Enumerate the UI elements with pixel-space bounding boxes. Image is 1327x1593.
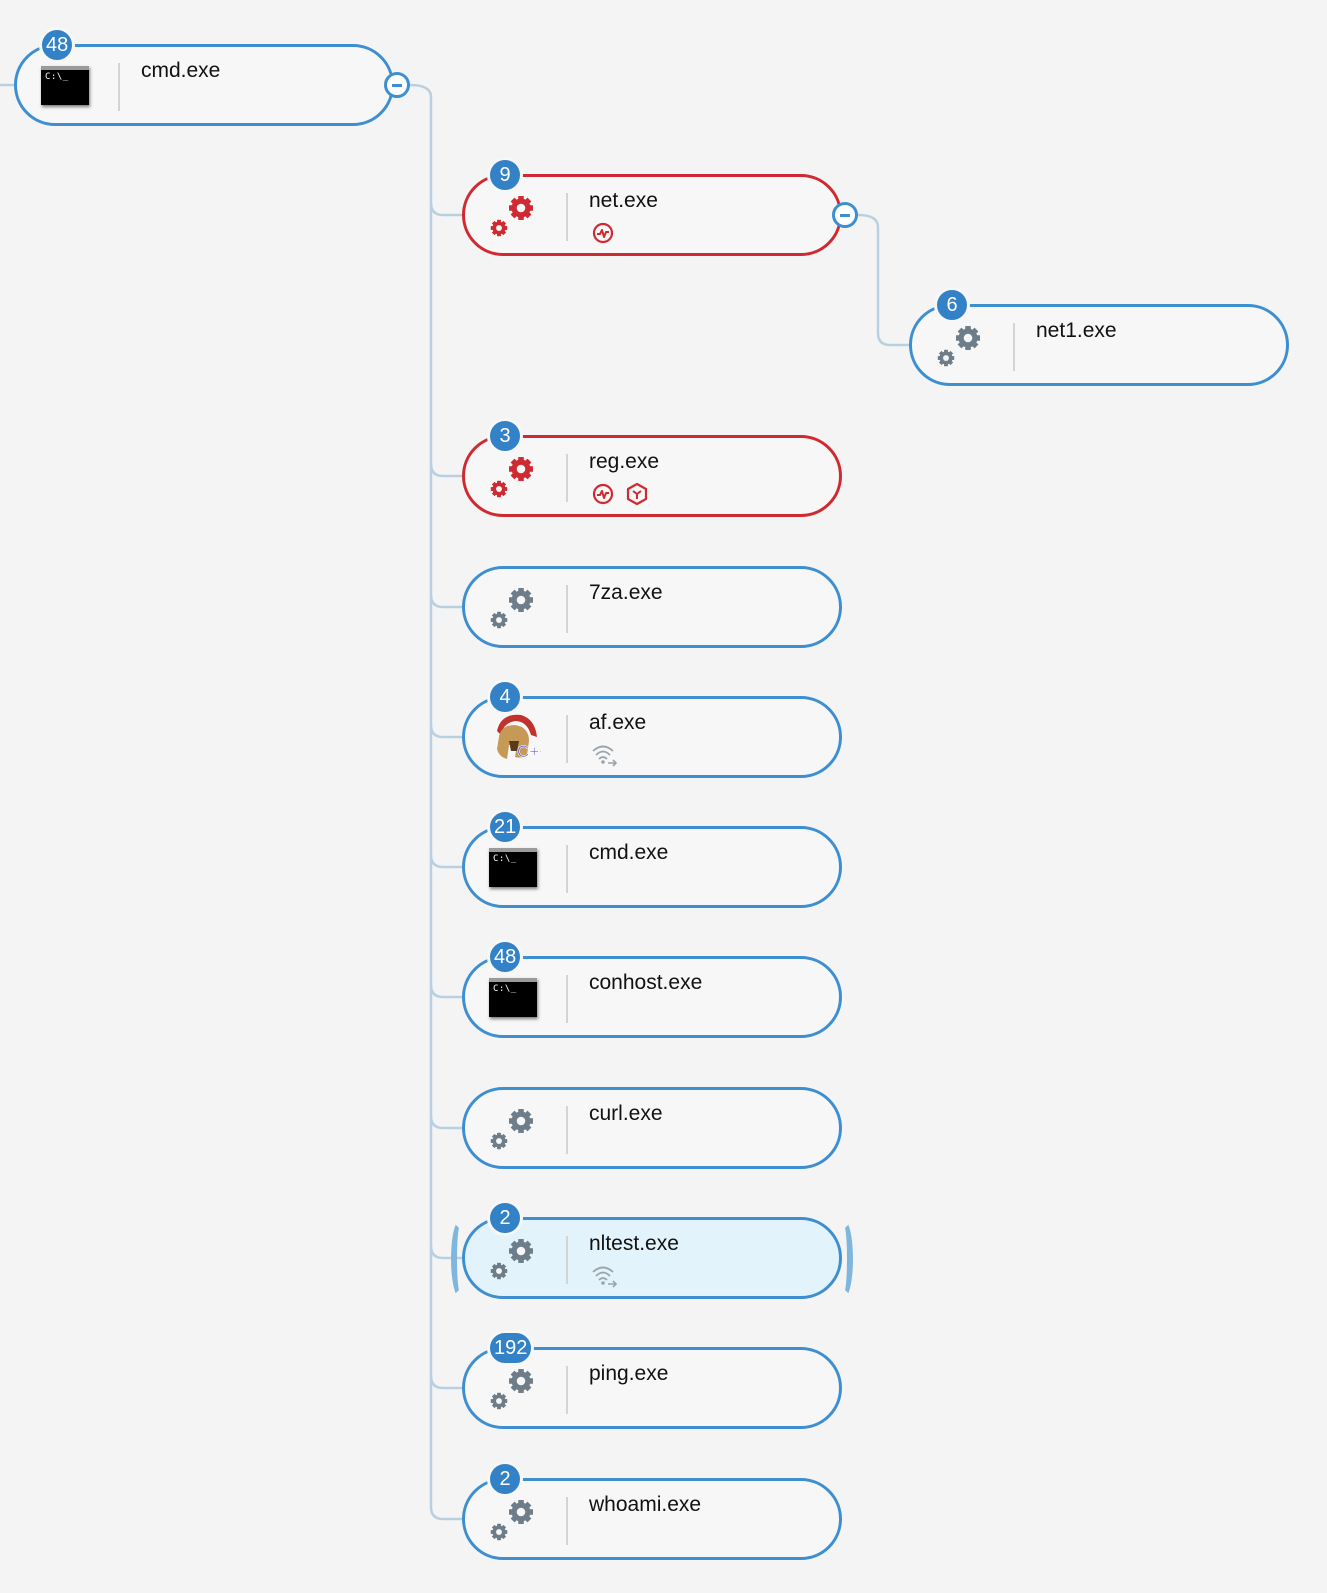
node-divider <box>566 1497 568 1545</box>
gears-icon <box>487 1497 541 1543</box>
network-outbound-icon <box>592 745 618 767</box>
connector-branch <box>429 984 462 999</box>
terminal-icon: C:\_ <box>487 975 541 1021</box>
process-node-af-exe[interactable]: C++ af.exe 4 <box>462 679 842 778</box>
connector-branch <box>429 1115 462 1130</box>
node-divider <box>566 1236 568 1284</box>
event-count-badge: 9 <box>487 157 523 193</box>
process-node-7za-exe[interactable]: 7za.exe <box>462 566 842 648</box>
gears-icon <box>487 1236 541 1282</box>
indicator-icons <box>591 221 615 245</box>
connector-branch <box>429 594 462 609</box>
gears-icon <box>487 1366 541 1412</box>
gears-icon <box>934 323 988 369</box>
indicator-icons <box>591 743 619 767</box>
event-count-badge: 48 <box>39 27 76 63</box>
process-name-label: whoami.exe <box>589 1493 702 1516</box>
terminal-prompt-text: C:\_ <box>45 72 69 82</box>
process-name-label: cmd.exe <box>141 59 221 82</box>
process-name-label: conhost.exe <box>589 971 703 994</box>
process-name-label: 7za.exe <box>589 581 663 604</box>
connector-trunk <box>409 83 462 1521</box>
process-node-ping-exe[interactable]: ping.exe 192 <box>462 1330 842 1429</box>
gears-icon <box>487 585 541 631</box>
indicator-icons <box>591 482 649 506</box>
process-tree: C:\_ cmd.exe 48 net.exe 9 net1.exe 6 reg.exe 3 7z… <box>0 0 1327 1593</box>
gears-icon <box>487 454 541 500</box>
process-name-label: reg.exe <box>589 450 660 473</box>
node-divider <box>566 585 568 633</box>
network-outbound-icon <box>592 1266 618 1288</box>
node-divider <box>566 1366 568 1414</box>
selection-highlight <box>451 1220 469 1298</box>
terminal-icon: C:\_ <box>39 63 93 109</box>
activity-icon <box>592 222 614 244</box>
process-name-label: net1.exe <box>1036 319 1117 342</box>
event-count-badge: 4 <box>487 679 523 715</box>
process-name-label: cmd.exe <box>589 841 669 864</box>
event-count-badge: 2 <box>487 1200 523 1236</box>
node-divider <box>566 975 568 1023</box>
terminal-icon: C:\_ <box>487 845 541 891</box>
process-node-net-exe[interactable]: net.exe 9 <box>462 157 842 256</box>
indicator-icons <box>591 1264 619 1288</box>
event-count-badge: 21 <box>487 809 524 845</box>
event-count-badge: 3 <box>487 418 523 454</box>
selection-highlight <box>835 1220 853 1298</box>
process-node-cmd-exe[interactable]: C:\_ cmd.exe 21 <box>462 809 842 908</box>
process-node-reg-exe[interactable]: reg.exe 3 <box>462 418 842 517</box>
process-node-whoami-exe[interactable]: whoami.exe 2 <box>462 1461 842 1560</box>
process-name-label: curl.exe <box>589 1102 663 1125</box>
svg-text:C++: C++ <box>517 742 541 761</box>
connector-branch <box>429 1375 462 1390</box>
process-node-net1-exe[interactable]: net1.exe 6 <box>909 287 1289 386</box>
terminal-prompt-text: C:\_ <box>493 854 517 864</box>
collapse-button-cmd-exe[interactable] <box>384 72 410 98</box>
process-node-curl-exe[interactable]: curl.exe <box>462 1087 842 1169</box>
connector-branch <box>429 854 462 869</box>
connector-branch <box>429 463 462 478</box>
spartan-helmet-icon: C++ <box>487 711 550 761</box>
node-divider <box>566 454 568 502</box>
event-count-badge: 192 <box>487 1330 535 1366</box>
gears-icon <box>487 1106 541 1152</box>
gears-icon <box>487 193 541 239</box>
process-name-label: af.exe <box>589 711 647 734</box>
node-divider <box>1013 323 1015 371</box>
activity-icon <box>592 483 614 505</box>
process-node-cmd-exe[interactable]: C:\_ cmd.exe 48 <box>14 27 394 126</box>
node-divider <box>118 63 120 111</box>
process-name-label: ping.exe <box>589 1362 669 1385</box>
connector-branch <box>429 202 462 217</box>
node-divider <box>566 845 568 893</box>
event-count-badge: 2 <box>487 1461 523 1497</box>
collapse-button-net-exe[interactable] <box>832 202 858 228</box>
node-divider <box>566 1106 568 1154</box>
process-node-nltest-exe[interactable]: nltest.exe 2 <box>451 1200 853 1299</box>
shield-icon <box>626 482 648 506</box>
process-name-label: net.exe <box>589 189 658 212</box>
process-name-label: nltest.exe <box>589 1232 679 1255</box>
terminal-prompt-text: C:\_ <box>493 984 517 994</box>
event-count-badge: 6 <box>934 287 970 323</box>
event-count-badge: 48 <box>487 939 524 975</box>
process-node-conhost-exe[interactable]: C:\_ conhost.exe 48 <box>462 939 842 1038</box>
node-divider <box>566 193 568 241</box>
connector-branch <box>429 724 462 739</box>
connector-branch <box>857 213 909 347</box>
node-divider <box>566 715 568 763</box>
